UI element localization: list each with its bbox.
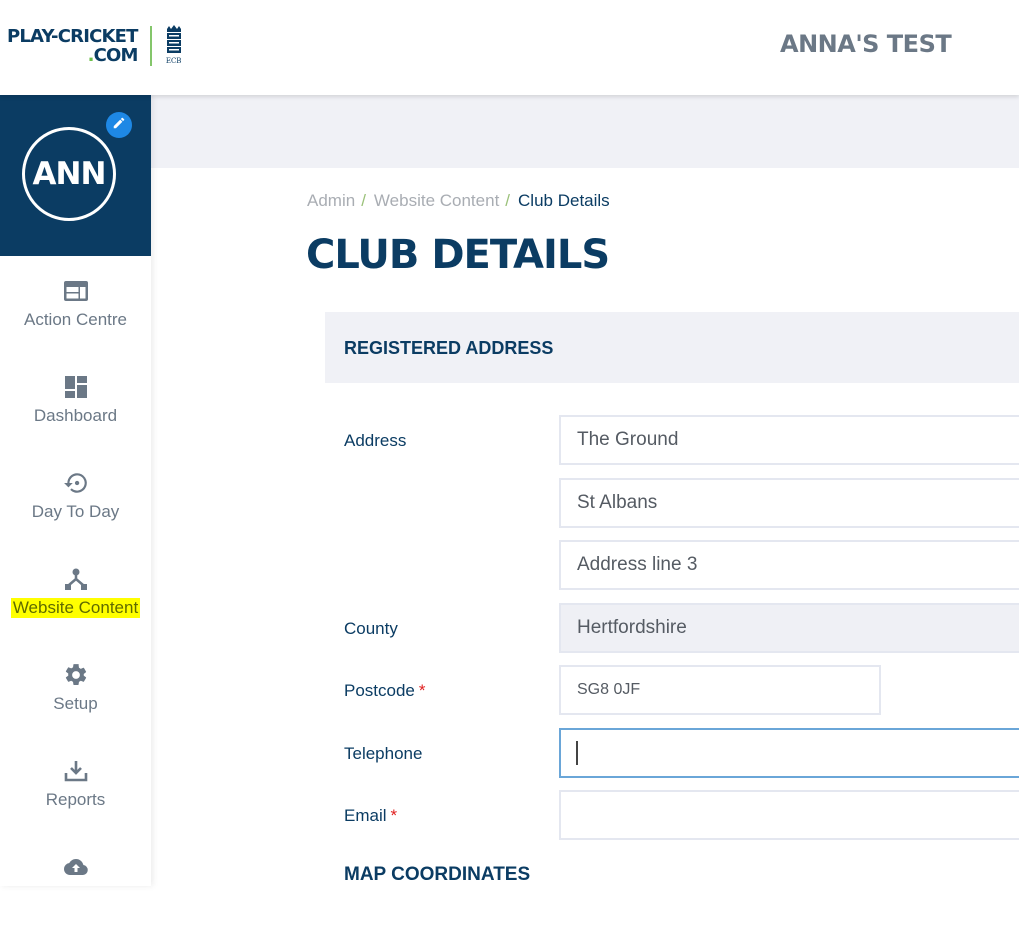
breadcrumb-current: Club Details (518, 191, 610, 210)
ecb-crest-icon: ECB (164, 25, 184, 67)
address-line-3-input[interactable] (559, 540, 1019, 590)
sidebar-item-dashboard[interactable]: Dashboard (0, 352, 151, 448)
download-icon (63, 758, 89, 784)
sidebar-item-website-content[interactable]: Website Content (0, 544, 151, 640)
breadcrumb-separator: / (505, 191, 511, 210)
sidebar-item-label: Action Centre (24, 310, 127, 329)
history-icon (63, 470, 89, 496)
address-label: Address (344, 431, 407, 450)
profile-panel: ANN (0, 95, 151, 256)
telephone-label: Telephone (344, 744, 423, 763)
telephone-input[interactable] (559, 728, 1019, 778)
breadcrumb-website-content[interactable]: Website Content (374, 191, 499, 211)
sidebar-item-label: Day To Day (31, 502, 120, 521)
logo-line-1: PLAY-CRICKET (7, 26, 138, 47)
email-label: Email * (344, 806, 397, 826)
breadcrumb-admin[interactable]: Admin (307, 191, 355, 211)
county-label: County (344, 619, 398, 638)
sidebar-nav: Action Centre Dashboard Day To Day Websi… (0, 256, 151, 928)
hierarchy-icon (63, 566, 89, 592)
logo-divider (149, 26, 152, 66)
content-top-band (151, 95, 1019, 168)
sidebar-item-upload[interactable] (0, 832, 151, 928)
edit-profile-button[interactable] (106, 112, 132, 138)
map-coordinates-title: MAP COORDINATES (344, 864, 531, 885)
registered-address-header: REGISTERED ADDRESS (325, 312, 1019, 383)
required-marker: * (390, 806, 398, 825)
breadcrumb-separator: / (361, 191, 366, 210)
email-label-text: Email (344, 806, 387, 825)
sidebar-item-label: Dashboard (33, 406, 118, 425)
logo-line-2: .COM (7, 45, 139, 66)
page-title: CLUB DETAILS (306, 232, 610, 278)
sidebar-item-setup[interactable]: Setup (0, 640, 151, 736)
address-line-1-input[interactable] (559, 415, 1019, 465)
county-input[interactable] (559, 603, 1019, 653)
sidebar-item-label: Setup (53, 694, 98, 713)
sidebar-item-label: Website Content (10, 598, 141, 618)
sidebar-item-day-to-day[interactable]: Day To Day (0, 448, 151, 544)
gear-icon (63, 662, 89, 688)
sidebar-item-label: Reports (45, 790, 106, 809)
sidebar-item-action-centre[interactable]: Action Centre (0, 256, 151, 352)
avatar[interactable]: ANN (22, 127, 116, 221)
address-line-2-input[interactable] (559, 478, 1019, 528)
top-header: PLAY-CRICKET .COM ECB ANNA'S TEST (0, 0, 1019, 95)
sidebar: ANN Action Centre Dashboard Day To Day W… (0, 95, 151, 886)
pencil-icon (112, 116, 126, 135)
email-input[interactable] (559, 790, 1019, 840)
ecb-label: ECB (165, 57, 182, 65)
postcode-label-text: Postcode (344, 681, 415, 700)
dashboard-icon (63, 374, 89, 400)
club-name: ANNA'S TEST (780, 30, 952, 58)
sidebar-item-reports[interactable]: Reports (0, 736, 151, 832)
logo-wordmark: PLAY-CRICKET .COM (7, 27, 138, 65)
play-cricket-logo[interactable]: PLAY-CRICKET .COM ECB (7, 24, 184, 68)
text-caret (576, 741, 578, 765)
section-title: REGISTERED ADDRESS (344, 338, 554, 358)
action-centre-icon (63, 278, 89, 304)
logo-com: COM (93, 45, 139, 66)
cloud-upload-icon (63, 854, 89, 880)
breadcrumb: Admin / Website Content / Club Details (307, 191, 610, 211)
postcode-label: Postcode * (344, 681, 426, 701)
postcode-input[interactable] (559, 665, 881, 715)
required-marker: * (418, 681, 426, 700)
